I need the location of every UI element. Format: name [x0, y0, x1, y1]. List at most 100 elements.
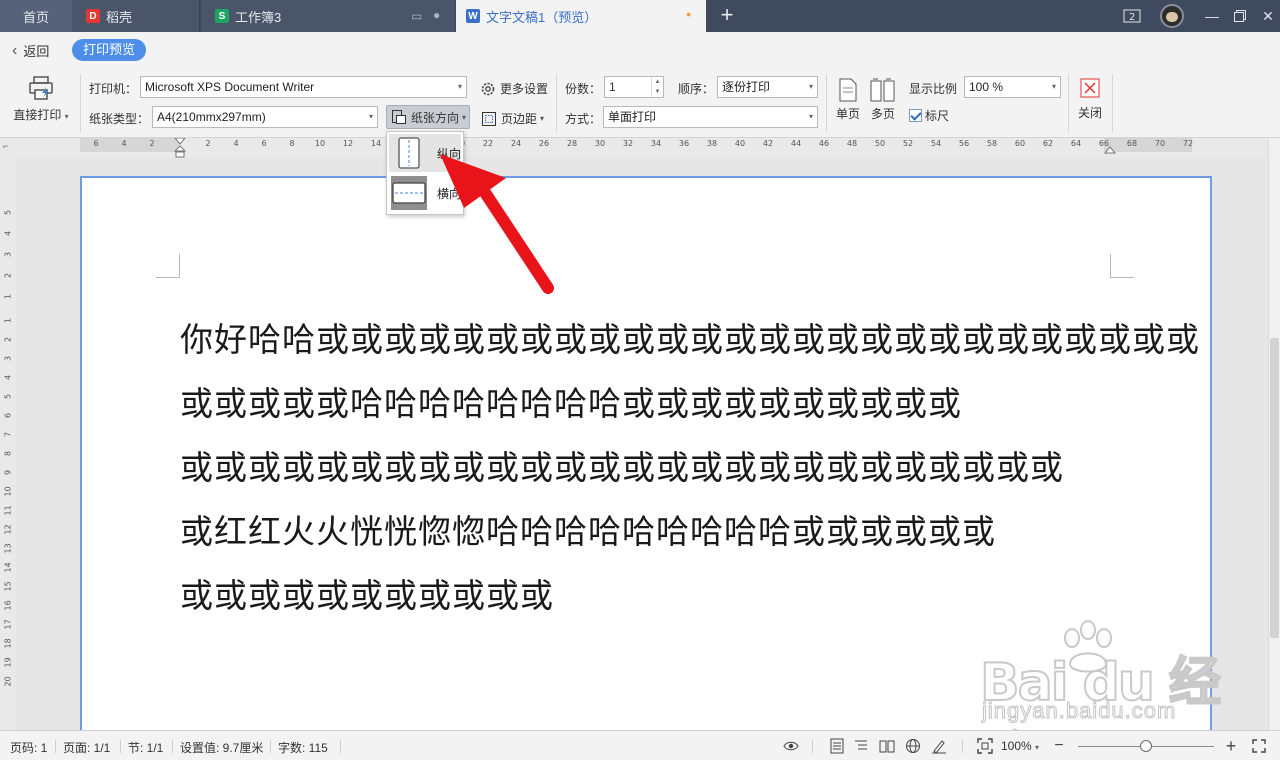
ruler-tick-label: 11: [3, 505, 13, 516]
ruler-tick-label: 50: [874, 139, 886, 148]
eye-icon[interactable]: [782, 737, 800, 755]
toolbar-divider: [1068, 74, 1069, 132]
back-button[interactable]: ‹ 返回: [12, 41, 49, 60]
order-label: 顺序：: [678, 82, 715, 96]
ruler-tick-label: 72: [1182, 139, 1194, 148]
paper-type-select[interactable]: A4(210mmx297mm) ▾: [152, 106, 378, 128]
ruler-tick-label: 4: [233, 139, 239, 148]
status-divider: [340, 740, 341, 753]
tab-workbook[interactable]: S 工作簿3 ▭ ●: [201, 0, 455, 32]
margins-button[interactable]: 页边距 ▾: [481, 110, 544, 127]
close-window-icon[interactable]: ✕: [1252, 0, 1280, 32]
toolbar-divider: [826, 74, 827, 132]
ruler-tick-label: 34: [650, 139, 662, 148]
mode-select[interactable]: 单面打印 ▾: [603, 106, 818, 128]
vertical-scrollbar[interactable]: [1268, 138, 1280, 730]
paper-orientation-button[interactable]: 纸张方向 ▾: [386, 105, 470, 129]
multi-page-button[interactable]: 多页: [868, 78, 898, 122]
section-count[interactable]: 节: 1/1: [128, 739, 163, 756]
pen-icon[interactable]: [930, 737, 948, 755]
tab-home[interactable]: 首页: [0, 0, 72, 32]
monitor-icon[interactable]: ▭: [411, 9, 422, 23]
zoom-out-icon[interactable]: −: [1050, 737, 1068, 755]
setting-value[interactable]: 设置值: 9.7厘米: [180, 739, 263, 756]
ruler-tick-label: 4: [3, 374, 13, 381]
fullscreen-icon[interactable]: [1250, 737, 1268, 755]
paper-type-value: A4(210mmx297mm): [157, 110, 266, 124]
ruler-tick-label: 48: [846, 139, 858, 148]
outline-view-icon[interactable]: [852, 737, 870, 755]
ruler-tick-label: 10: [3, 486, 13, 497]
ruler-tick-label: 2: [205, 139, 211, 148]
tab-document[interactable]: W 文字文稿1（预览） ●: [456, 0, 706, 32]
zoom-in-icon[interactable]: +: [1222, 736, 1240, 756]
orientation-icon: [391, 109, 407, 125]
status-divider: [962, 740, 963, 753]
ruler-tick-label: 6: [3, 412, 13, 419]
horizontal-ruler[interactable]: ⌐ 64224681012141618202224262830323436384…: [0, 138, 1268, 158]
more-settings-button[interactable]: 更多设置: [480, 80, 548, 97]
word-count[interactable]: 字数: 115: [278, 739, 328, 756]
page[interactable]: 你好哈哈或或或或或或或或或或或或或或或或或或或或或或或或或或 或或或或或哈哈哈哈…: [80, 176, 1212, 730]
tab-workbook-label: 工作簿3: [235, 9, 282, 25]
reading-view-icon[interactable]: [878, 737, 896, 755]
zoom-percent[interactable]: 100% ▾: [1001, 739, 1039, 753]
chevron-down-icon: ▾: [368, 112, 373, 121]
web-view-icon[interactable]: [904, 737, 922, 755]
copies-stepper[interactable]: 1 ▲ ▼: [604, 76, 664, 98]
mode-value: 单面打印: [608, 110, 657, 124]
red-arrow-annotation: [440, 154, 554, 294]
fit-page-icon[interactable]: [976, 737, 994, 755]
order-select[interactable]: 逐份打印 ▾: [717, 76, 818, 98]
zoom-slider-knob[interactable]: [1140, 740, 1152, 752]
window-count-icon[interactable]: 2: [1116, 0, 1148, 32]
ruler-checkbox[interactable]: [909, 109, 922, 122]
ruler-right-margin: [1104, 138, 1192, 152]
preview-nav-bar: ‹ 返回 打印预览: [0, 32, 1280, 68]
ruler-toggle[interactable]: 标尺: [909, 107, 949, 124]
tab-document-label: 文字文稿1（预览）: [486, 9, 598, 25]
direct-print-button[interactable]: 直接打印 ▾: [10, 74, 72, 123]
page-view-icon[interactable]: [828, 737, 846, 755]
ruler-tick-label: 22: [482, 139, 494, 148]
document-body: 你好哈哈或或或或或或或或或或或或或或或或或或或或或或或或或或 或或或或或哈哈哈哈…: [180, 308, 1199, 628]
title-bar: 首页 D 稻壳 S 工作簿3 ▭ ● W 文字文稿1（预览） ● + 2 — ✕: [0, 0, 1280, 32]
new-tab-button[interactable]: +: [716, 4, 738, 26]
ruler-tick-label: 1: [3, 293, 13, 300]
page-count[interactable]: 页面: 1/1: [63, 739, 110, 756]
ruler-corner-icon: ⌐: [3, 141, 9, 151]
indent-marker-icon[interactable]: [174, 138, 186, 158]
direct-print-label: 直接打印 ▾: [13, 108, 69, 122]
status-divider: [55, 740, 56, 753]
single-page-label: 单页: [835, 107, 860, 121]
margin-corner-top-right: [1110, 254, 1134, 278]
zoom-value: 100 %: [969, 80, 1004, 94]
right-indent-marker-icon[interactable]: [1104, 144, 1116, 154]
copies-label: 份数：: [565, 82, 602, 96]
printer-value: Microsoft XPS Document Writer: [145, 80, 315, 94]
scrollbar-thumb[interactable]: [1270, 338, 1279, 638]
svg-text:2: 2: [1129, 12, 1135, 23]
ruler-tick-label: 1: [3, 317, 13, 324]
paper-orientation-label: 纸张方向: [411, 110, 460, 125]
ruler-tick-label: 9: [3, 469, 13, 476]
stepper-arrows-icon[interactable]: ▲ ▼: [651, 77, 663, 97]
zoom-select[interactable]: 100 % ▾: [964, 76, 1061, 98]
margins-icon: [481, 111, 497, 127]
ruler-tick-label: 14: [370, 139, 382, 148]
chevron-down-icon: ▾: [457, 82, 462, 91]
tab-daoke-label: 稻壳: [106, 9, 133, 25]
ruler-tick-label: 52: [902, 139, 914, 148]
document-preview-area[interactable]: 你好哈哈或或或或或或或或或或或或或或或或或或或或或或或或或或 或或或或或哈哈哈哈…: [16, 158, 1268, 730]
vertical-ruler[interactable]: 5 4 3 2 1 1 2 3 4 5 6 7 8 9 10 11 12 13 14 15 16 17 18 19 20: [0, 158, 16, 730]
printer-select[interactable]: Microsoft XPS Document Writer ▾: [140, 76, 467, 98]
print-preview-badge: 打印预览: [72, 39, 146, 61]
avatar[interactable]: [1160, 4, 1184, 28]
single-page-button[interactable]: 单页: [834, 78, 862, 122]
daoke-icon: D: [86, 9, 100, 23]
close-preview-button[interactable]: 关闭: [1076, 78, 1104, 121]
page-number[interactable]: 页码: 1: [10, 739, 47, 756]
ruler-tick-label: 8: [289, 139, 295, 148]
text-line: 或或或或或哈哈哈哈哈哈哈哈或或或或或或或或或或: [180, 384, 962, 423]
tab-daoke[interactable]: D 稻壳: [72, 0, 200, 32]
